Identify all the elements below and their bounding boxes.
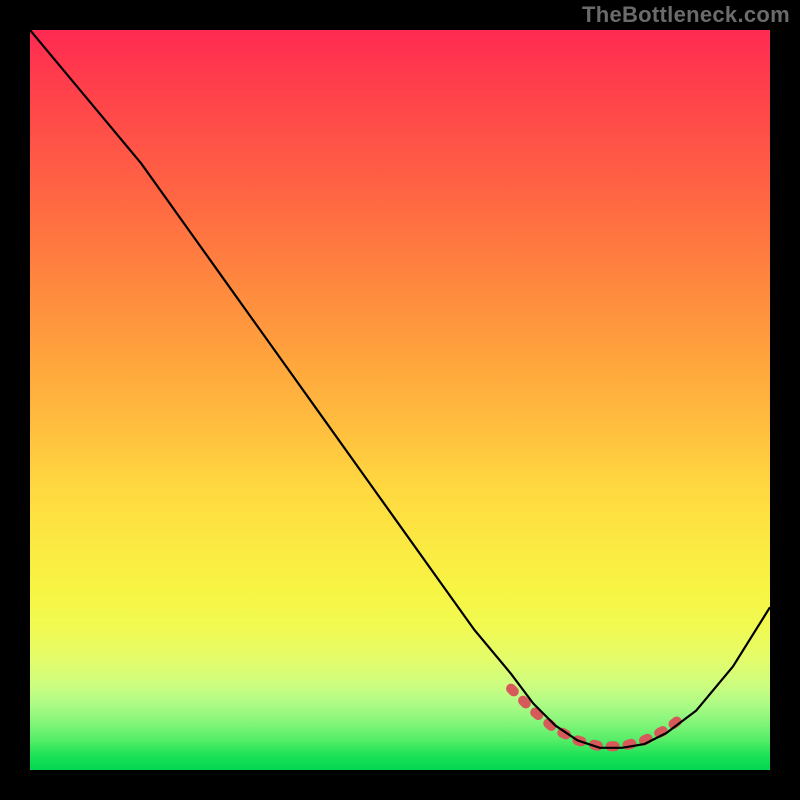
chart-svg [30,30,770,770]
chart-frame: TheBottleneck.com [0,0,800,800]
watermark-text: TheBottleneck.com [582,2,790,28]
bottleneck-curve-line [30,30,770,748]
plot-area [30,30,770,770]
